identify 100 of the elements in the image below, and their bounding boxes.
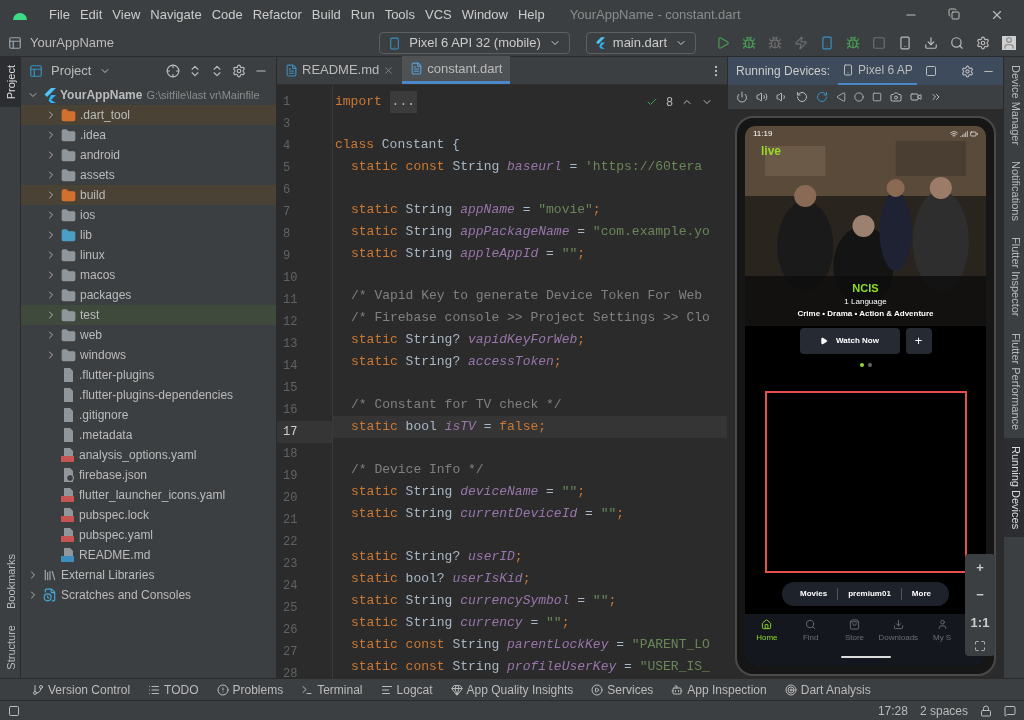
nav-item[interactable]: Find [788,619,833,644]
device-tab[interactable]: Pixel 6 AP [838,57,917,85]
menu-item[interactable]: Code [211,5,243,25]
menu-item[interactable]: Refactor [252,5,302,25]
tool-window-tab[interactable]: Device Manager [1004,57,1024,154]
category-chip[interactable]: Movies [790,588,838,600]
layout-icon[interactable] [8,704,20,717]
tree-item[interactable]: pubspec.yaml [21,525,276,545]
notifications-icon[interactable] [1004,704,1016,717]
sdk-manager-icon[interactable] [924,36,938,50]
tool-window-button[interactable]: Services [591,680,654,699]
project-name[interactable]: YourAppName [30,33,115,53]
tree-item[interactable]: build [21,185,276,205]
tree-item[interactable]: linux [21,245,276,265]
tree-item[interactable]: YourAppName G:\sitfile\last vr\Mainfile [21,85,276,105]
tree-item[interactable]: analysis_options.yaml [21,445,276,465]
menu-item[interactable]: Window [461,5,508,25]
back-icon[interactable] [836,92,846,102]
nav-item[interactable]: My S [920,619,964,644]
volume-up-icon[interactable] [756,91,768,103]
search-icon[interactable] [950,36,964,50]
power-icon[interactable] [736,91,748,103]
tool-window-button[interactable]: Version Control [32,680,131,699]
rotate-right-icon[interactable] [816,91,828,103]
tool-window-button[interactable]: Problems [216,680,284,699]
tool-window-tab[interactable]: Bookmarks [0,546,20,618]
editor-tab[interactable]: constant.dart [402,56,511,84]
tree-item[interactable]: External Libraries [21,565,276,585]
add-button[interactable]: + [905,328,932,354]
tool-window-tab[interactable]: Structure [0,617,20,678]
tool-window-tab[interactable]: Flutter Performance [1004,324,1024,438]
tree-item[interactable]: pubspec.lock [21,505,276,525]
zoom-button[interactable]: + [976,557,984,577]
camera-icon[interactable] [890,91,902,103]
tree-item[interactable]: firebase.json [21,465,276,485]
tool-window-tab[interactable]: Project [0,57,20,108]
tree-item[interactable]: .metadata [21,425,276,445]
inspection-check-icon[interactable] [646,96,659,108]
menu-item[interactable]: File [49,5,70,25]
tree-item[interactable]: macos [21,265,276,285]
run-icon[interactable] [716,36,730,50]
settings-icon[interactable] [232,64,246,78]
account-icon[interactable] [1002,36,1016,50]
tool-window-button[interactable]: Dart Analysis [784,680,871,699]
tool-window-button[interactable]: TODO [148,680,199,699]
tree-item[interactable]: lib [21,225,276,245]
nav-item[interactable]: Home [745,619,789,644]
tree-item[interactable]: web [21,325,276,345]
window-icon[interactable] [924,65,937,77]
debug-device-icon[interactable] [846,36,860,50]
device-manager-icon[interactable] [898,36,912,50]
zoom-button[interactable]: − [976,585,984,605]
rotate-left-icon[interactable] [796,91,808,103]
watch-now-button[interactable]: Watch Now [799,328,900,354]
category-chip[interactable]: premium01 [838,588,901,600]
tool-window-tab[interactable]: Flutter Inspector [1004,229,1024,325]
menu-item[interactable]: View [112,5,141,25]
tool-window-button[interactable]: App Quality Insights [450,680,574,699]
restore-icon[interactable] [948,8,960,20]
locate-icon[interactable] [166,64,180,78]
tree-item[interactable]: .idea [21,125,276,145]
tree-item[interactable]: windows [21,345,276,365]
category-chip[interactable]: More [901,588,941,600]
tree-item[interactable]: Scratches and Consoles [21,585,276,605]
apply-changes-icon[interactable] [820,36,834,50]
tool-window-button[interactable]: Logcat [380,680,433,699]
panel-title[interactable]: Project [51,61,92,81]
settings-icon[interactable] [976,36,990,50]
tree-item[interactable]: packages [21,285,276,305]
more-icon[interactable] [930,91,942,103]
lock-icon[interactable] [980,704,992,717]
tool-window-button[interactable]: Terminal [301,680,363,699]
tree-item[interactable]: .dart_tool [21,105,276,125]
tree-item[interactable]: android [21,145,276,165]
tree-item[interactable]: .flutter-plugins [21,365,276,385]
debug-icon[interactable] [742,36,756,50]
menu-item[interactable]: Run [350,5,375,25]
tree-item[interactable]: ios [21,205,276,225]
home-icon[interactable] [854,92,864,102]
tree-item[interactable]: .gitignore [21,405,276,425]
zoom-button[interactable]: 1:1 [970,612,990,632]
attach-debugger-icon[interactable] [768,36,782,50]
menu-item[interactable]: Help [517,5,545,25]
tool-window-tab[interactable]: Notifications [1004,153,1024,229]
editor-tab[interactable]: README.md [277,56,403,84]
video-icon[interactable] [910,91,922,103]
hot-reload-icon[interactable] [794,36,808,50]
close-icon[interactable] [383,64,395,76]
tool-window-tab[interactable]: Running Devices [1004,437,1024,537]
stop-icon[interactable] [872,36,886,50]
warning-count[interactable]: 8 [666,93,673,111]
tree-item[interactable]: .flutter-plugins-dependencies [21,385,276,405]
tool-window-button[interactable]: App Inspection [671,680,767,699]
menu-item[interactable]: Tools [384,5,415,25]
close-icon[interactable] [990,8,1004,22]
fit-screen-icon[interactable] [974,640,986,652]
menu-item[interactable]: Navigate [150,5,202,25]
nav-item[interactable]: Downloads [876,619,921,644]
device-selector[interactable]: Pixel 6 API 32 (mobile) [379,32,570,54]
settings-icon[interactable] [961,64,974,78]
